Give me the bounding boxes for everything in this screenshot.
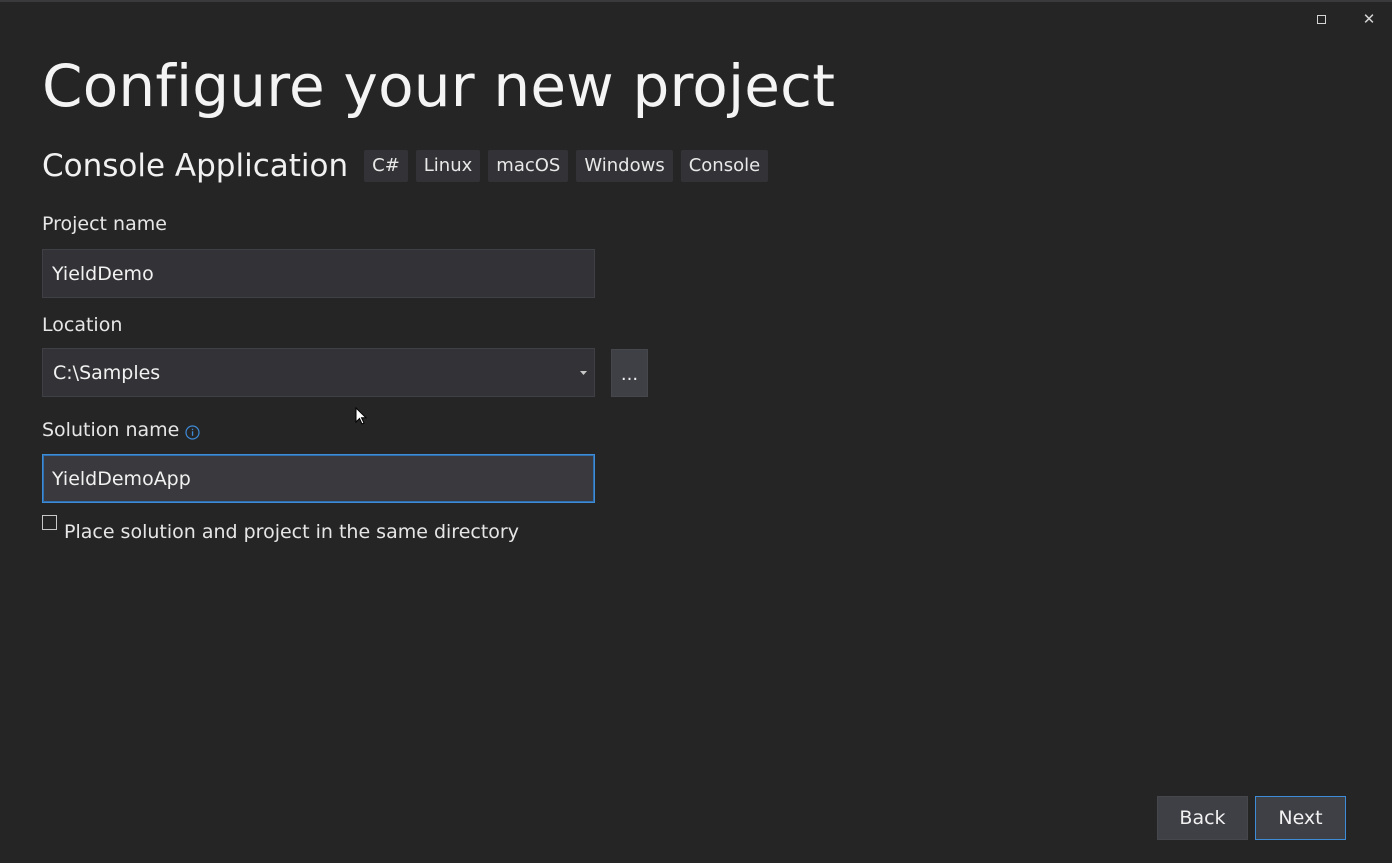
project-name-label: Project name [42,213,167,235]
maximize-icon [1316,14,1326,24]
same-directory-option[interactable]: Place solution and project in the same d… [42,514,519,543]
location-label: Location [42,314,123,336]
close-icon: ✕ [1362,9,1376,28]
dialog-window: ✕ Configure your new project Console App… [0,0,1392,863]
next-button[interactable]: Next [1255,796,1346,840]
browse-location-button[interactable]: ... [611,349,648,397]
tag-platform-windows: Windows [576,150,673,182]
same-directory-checkbox[interactable] [42,515,57,530]
project-name-input[interactable] [42,249,595,298]
template-name: Console Application [42,148,349,184]
location-value: C:\Samples [53,361,161,384]
tag-language: C# [364,150,408,182]
solution-name-input[interactable] [42,454,595,503]
tag-project-type: Console [680,150,769,182]
same-directory-label: Place solution and project in the same d… [64,521,519,543]
solution-name-label-row: Solution name [42,419,200,441]
back-button[interactable]: Back [1157,796,1248,840]
tag-platform-linux: Linux [415,150,481,182]
template-header: Console Application C# Linux macOS Windo… [42,148,769,184]
tag-platform-macos: macOS [488,150,569,182]
mouse-pointer-icon [355,407,367,425]
maximize-button[interactable] [1306,8,1336,30]
location-combobox[interactable]: C:\Samples [42,348,595,397]
solution-name-label: Solution name [42,419,180,441]
close-button[interactable]: ✕ [1354,8,1384,30]
chevron-down-icon[interactable] [574,370,592,375]
title-bar-controls: ✕ [1306,8,1384,30]
page-title: Configure your new project [42,52,836,120]
info-icon[interactable] [185,424,200,440]
template-tags: C# Linux macOS Windows Console [364,150,769,182]
